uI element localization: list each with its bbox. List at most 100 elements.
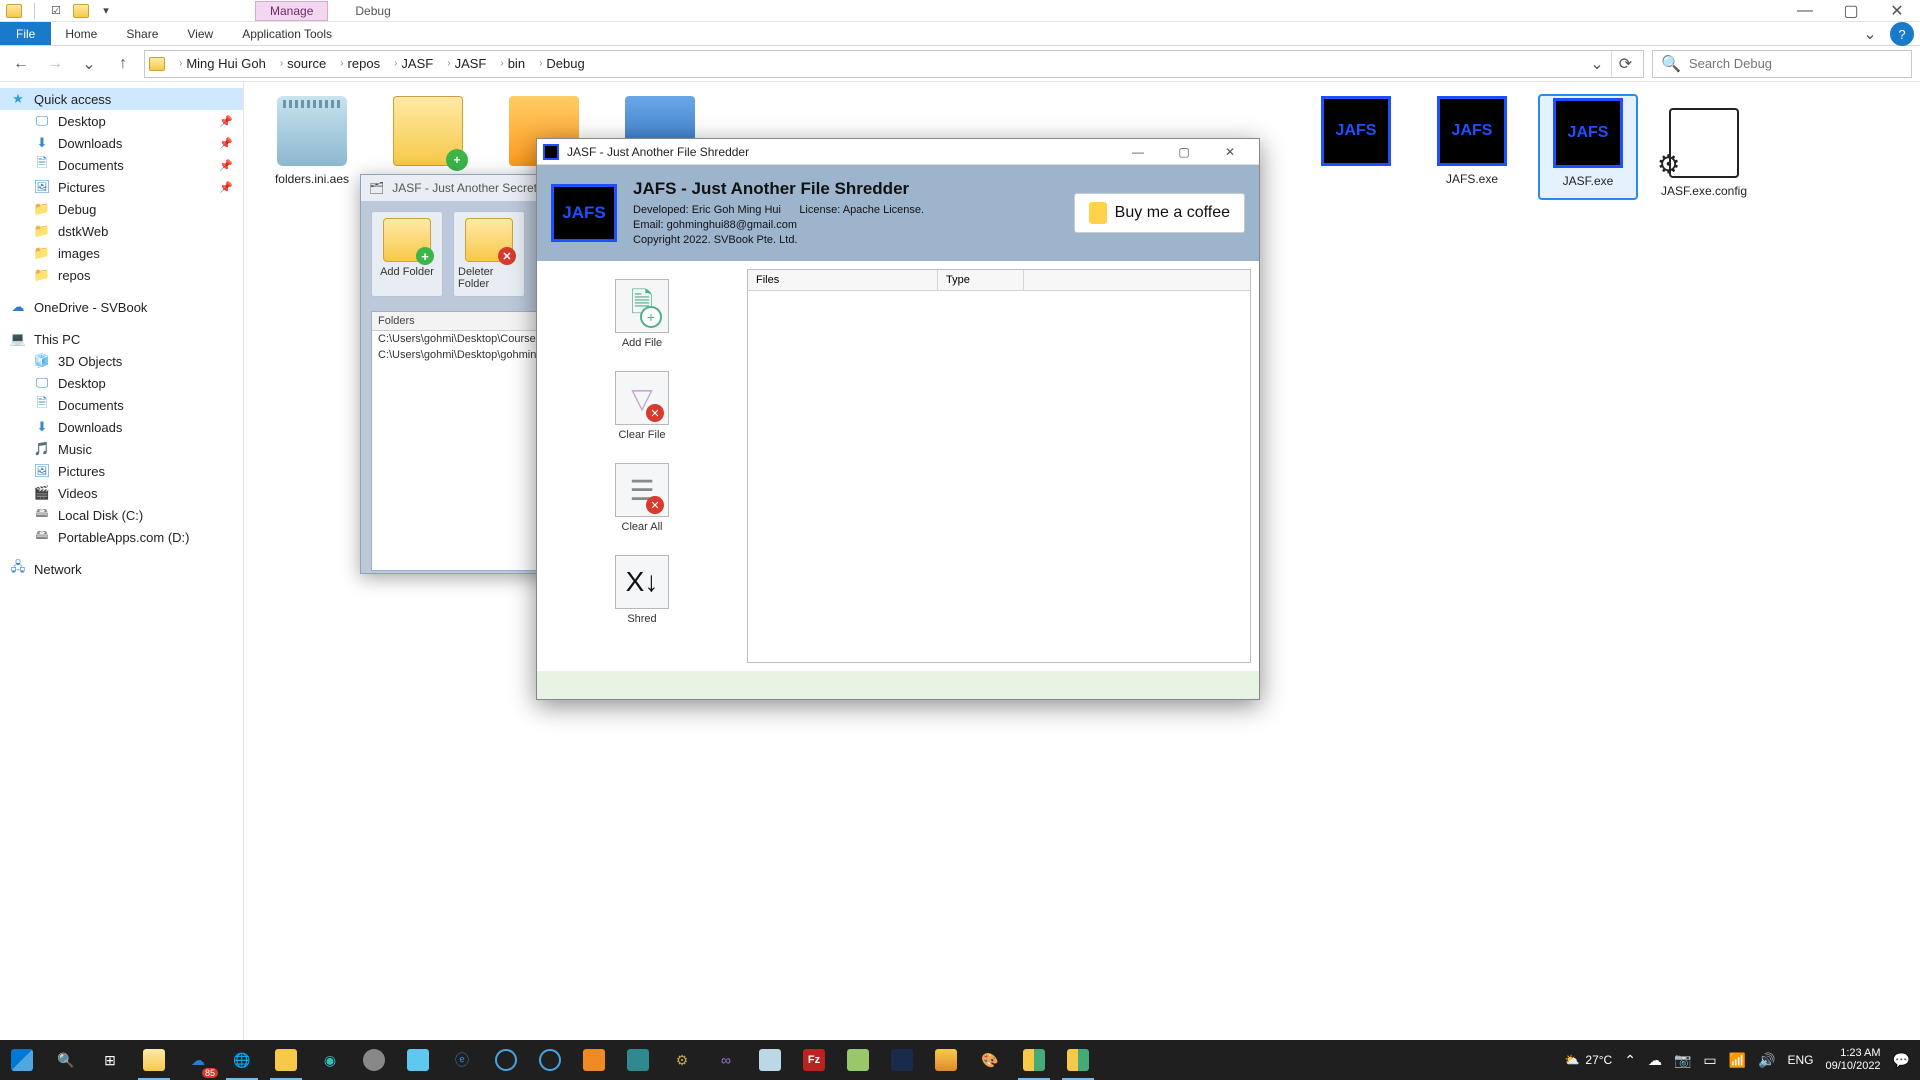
taskbar-app-generic4[interactable] xyxy=(528,1040,572,1080)
taskbar-app-generic7[interactable]: ⚙ xyxy=(660,1040,704,1080)
help-icon[interactable]: ? xyxy=(1890,22,1914,46)
breadcrumb[interactable]: JASF xyxy=(455,56,487,71)
shredder-titlebar[interactable]: JASF - Just Another File Shredder — ▢ ✕ xyxy=(537,139,1259,165)
explorer-minimize-button[interactable]: — xyxy=(1782,0,1828,22)
tray-clock[interactable]: 1:23 AM 09/10/2022 xyxy=(1826,1047,1881,1072)
nav-pc-desktop[interactable]: 🖵Desktop xyxy=(0,372,243,394)
taskbar-app-generic10[interactable] xyxy=(924,1040,968,1080)
taskbar-app-jasf1[interactable] xyxy=(1012,1040,1056,1080)
taskbar-app-notepad[interactable] xyxy=(748,1040,792,1080)
address-history-dropdown[interactable]: ⌄ xyxy=(1585,51,1609,77)
nav-qa-repos[interactable]: 📁repos xyxy=(0,264,243,286)
contextual-tab-manage[interactable]: Manage xyxy=(255,1,328,21)
breadcrumb[interactable]: bin xyxy=(508,56,525,71)
nav-network[interactable]: 🖧Network xyxy=(0,558,243,580)
ribbon-expand-icon[interactable]: ⌄ xyxy=(1856,22,1884,45)
shredder-minimize-button[interactable]: — xyxy=(1115,140,1161,164)
clear-all-button[interactable]: ☰ Clear All xyxy=(610,463,674,533)
file-item-jasfexe-selected[interactable]: JAFS JASF.exe xyxy=(1540,96,1636,198)
taskbar-app-generic2[interactable] xyxy=(396,1040,440,1080)
breadcrumb[interactable]: Ming Hui Goh xyxy=(186,56,265,71)
tray-onedrive-icon[interactable]: ☁ xyxy=(1648,1052,1662,1069)
ribbon-share-tab[interactable]: Share xyxy=(112,22,173,45)
ribbon-file-tab[interactable]: File xyxy=(0,22,51,45)
shredder-maximize-button[interactable]: ▢ xyxy=(1161,140,1207,164)
taskbar-app-generic6[interactable] xyxy=(616,1040,660,1080)
nav-qa-debug[interactable]: 📁Debug xyxy=(0,198,243,220)
task-view-button[interactable]: ⊞ xyxy=(88,1040,132,1080)
breadcrumb[interactable]: JASF xyxy=(401,56,433,71)
nav-pc-localdisk[interactable]: 🖴Local Disk (C:) xyxy=(0,504,243,526)
tray-battery-icon[interactable]: ▭ xyxy=(1703,1052,1716,1069)
taskbar-app-ie[interactable]: ⓔ xyxy=(440,1040,484,1080)
nav-qa-downloads[interactable]: ⬇Downloads📌 xyxy=(0,132,243,154)
nav-pc-3dobjects[interactable]: 🧊3D Objects xyxy=(0,350,243,372)
ribbon-view-tab[interactable]: View xyxy=(173,22,228,45)
taskbar-app-generic5[interactable] xyxy=(572,1040,616,1080)
files-grid[interactable]: Files Type xyxy=(747,269,1251,663)
tray-wifi-icon[interactable]: 📶 xyxy=(1729,1052,1746,1069)
tray-volume-icon[interactable]: 🔊 xyxy=(1758,1052,1775,1069)
column-header-files[interactable]: Files xyxy=(748,270,938,290)
address-bar[interactable]: ›Ming Hui Goh ›source ›repos ›JASF ›JASF… xyxy=(144,50,1644,78)
nav-qa-documents[interactable]: 🗎Documents📌 xyxy=(0,154,243,176)
search-input[interactable] xyxy=(1689,56,1903,71)
taskbar-app-jasf2[interactable] xyxy=(1056,1040,1100,1080)
ribbon-apptools-tab[interactable]: Application Tools xyxy=(228,22,347,45)
nav-back-button[interactable]: ← xyxy=(8,51,34,77)
nav-qa-desktop[interactable]: 🖵Desktop📌 xyxy=(0,110,243,132)
taskbar-app-chrome[interactable]: 🌐 xyxy=(220,1040,264,1080)
nav-quick-access[interactable]: ★Quick access xyxy=(0,88,243,110)
nav-recent-dropdown[interactable]: ⌄ xyxy=(76,51,102,77)
taskbar-app-generic3[interactable] xyxy=(484,1040,528,1080)
taskbar-app-edge[interactable]: ◉ xyxy=(308,1040,352,1080)
taskbar-app-explorer[interactable] xyxy=(132,1040,176,1080)
taskbar-app-generic8[interactable] xyxy=(836,1040,880,1080)
nav-forward-button[interactable]: → xyxy=(42,51,68,77)
search-box[interactable]: 🔍 xyxy=(1652,50,1912,78)
qat-dropdown-icon[interactable]: ▾ xyxy=(97,2,115,20)
shred-button[interactable]: X↓ Shred xyxy=(610,555,674,625)
buy-coffee-button[interactable]: Buy me a coffee xyxy=(1074,193,1245,233)
nav-pc-videos[interactable]: 🎬Videos xyxy=(0,482,243,504)
start-button[interactable] xyxy=(0,1040,44,1080)
nav-qa-dstkweb[interactable]: 📁dstkWeb xyxy=(0,220,243,242)
nav-pc-music[interactable]: 🎵Music xyxy=(0,438,243,460)
nav-this-pc[interactable]: 💻This PC xyxy=(0,328,243,350)
nav-up-button[interactable]: ↑ xyxy=(110,51,136,77)
breadcrumb[interactable]: Debug xyxy=(546,56,584,71)
explorer-maximize-button[interactable]: ▢ xyxy=(1828,0,1874,22)
tray-notifications-icon[interactable]: 💬 xyxy=(1893,1052,1910,1069)
ribbon-home-tab[interactable]: Home xyxy=(51,22,112,45)
nav-pc-pictures[interactable]: 🖼Pictures xyxy=(0,460,243,482)
file-item[interactable]: folders.ini.aes xyxy=(264,96,360,198)
nav-qa-pictures[interactable]: 🖼Pictures📌 xyxy=(0,176,243,198)
delete-folder-button[interactable]: Deleter Folder xyxy=(453,211,525,297)
taskbar-app-visualstudio[interactable]: ∞ xyxy=(704,1040,748,1080)
add-file-button[interactable]: 🗎 Add File xyxy=(610,279,674,349)
taskbar-app-files[interactable] xyxy=(264,1040,308,1080)
taskbar-app-onedrive[interactable]: ☁85 xyxy=(176,1040,220,1080)
taskbar-app-generic1[interactable] xyxy=(352,1040,396,1080)
taskbar-app-paint[interactable]: 🎨 xyxy=(968,1040,1012,1080)
clear-file-button[interactable]: ▽ Clear File xyxy=(610,371,674,441)
breadcrumb[interactable]: source xyxy=(287,56,326,71)
qat-folder-icon[interactable] xyxy=(73,4,89,18)
explorer-close-button[interactable]: ✕ xyxy=(1874,0,1920,22)
add-folder-button[interactable]: Add Folder xyxy=(371,211,443,297)
tray-meetnow-icon[interactable]: 📷 xyxy=(1674,1052,1691,1069)
nav-pc-documents[interactable]: 🗎Documents xyxy=(0,394,243,416)
refresh-button[interactable]: ⟳ xyxy=(1611,51,1639,77)
taskbar-search-button[interactable]: 🔍 xyxy=(44,1040,88,1080)
shredder-close-button[interactable]: ✕ xyxy=(1207,140,1253,164)
qat-properties-icon[interactable]: ☑ xyxy=(47,2,65,20)
file-item-jafs[interactable]: JAFS xyxy=(1308,96,1404,198)
column-header-type[interactable]: Type xyxy=(938,270,1024,290)
nav-qa-images[interactable]: 📁images xyxy=(0,242,243,264)
weather-widget[interactable]: ⛅ 27°C xyxy=(1564,1053,1612,1067)
file-item-config[interactable]: JASF.exe.config xyxy=(1656,108,1752,198)
file-item-jafsexe[interactable]: JAFS JAFS.exe xyxy=(1424,96,1520,198)
nav-pc-downloads[interactable]: ⬇Downloads xyxy=(0,416,243,438)
taskbar-app-filezilla[interactable]: Fz xyxy=(792,1040,836,1080)
tray-language[interactable]: ENG xyxy=(1787,1053,1813,1067)
